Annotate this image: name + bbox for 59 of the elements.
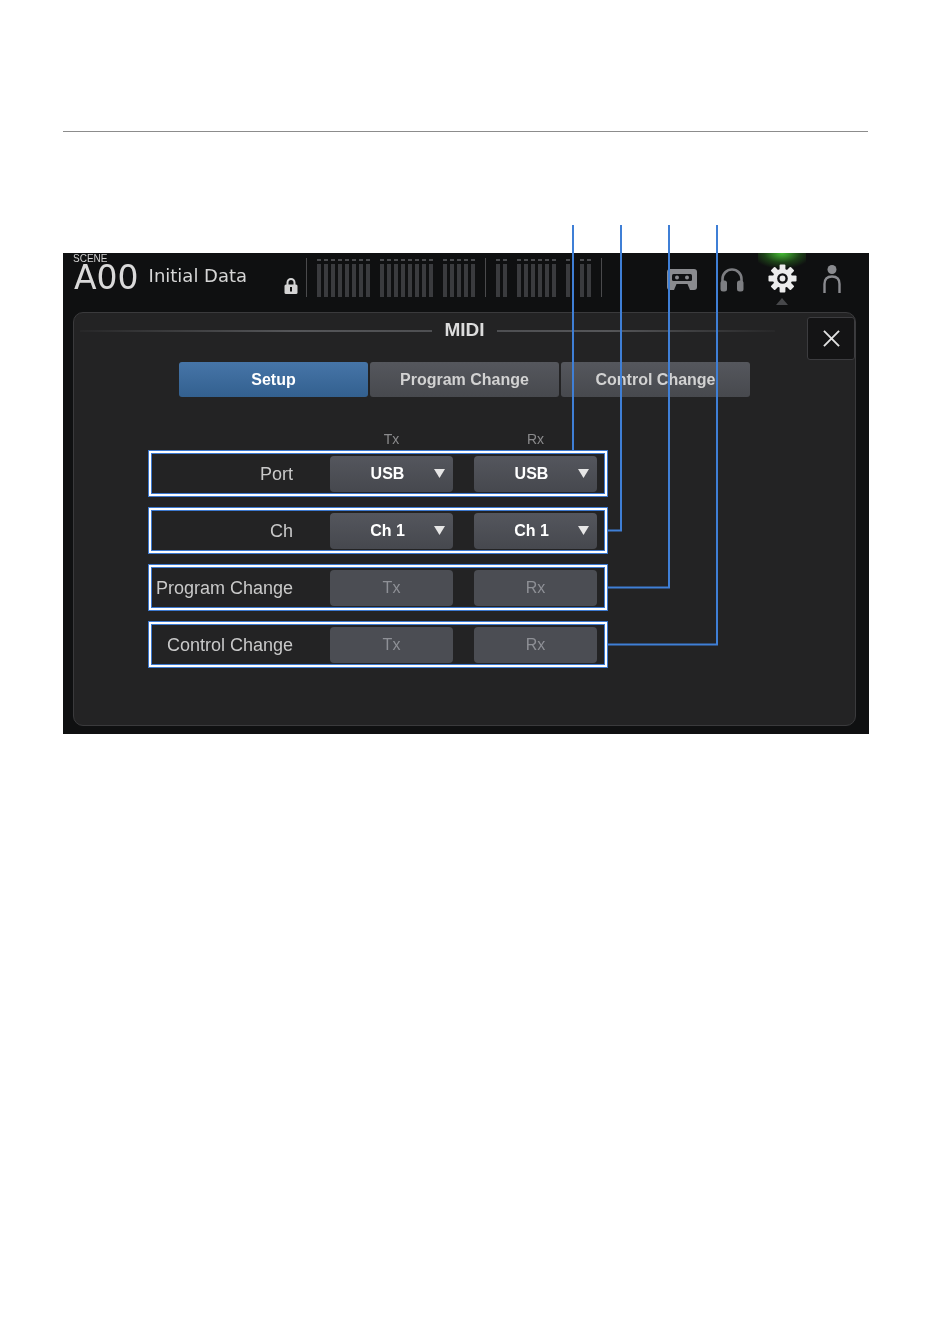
level-meter [531,259,536,297]
level-meter [538,259,543,297]
tab[interactable]: Setup [179,362,368,397]
level-meter [422,259,427,297]
level-meter [457,259,462,297]
level-meter [496,259,501,297]
scene-name: Initial Data [148,266,248,286]
level-meter [387,259,392,297]
settings-icon [767,263,797,293]
dialog-title: MIDI [444,318,485,342]
column-header: Tx [382,430,401,449]
level-meter [415,259,420,297]
column-header: Rx [525,430,546,449]
level-meter [517,259,522,297]
level-meter [359,259,364,297]
dropdown[interactable]: USB [474,455,597,492]
row-label: Control Change [166,633,293,656]
caret-icon [578,526,589,535]
level-meter [524,259,529,297]
level-meter [324,259,329,297]
level-meter [317,259,322,297]
dropdown[interactable]: Ch 1 [330,512,453,549]
level-meter [443,259,448,297]
row-label: Program Change [155,576,293,599]
level-meter [471,259,476,297]
caret-icon [434,526,445,535]
headphones-icon [719,266,745,292]
level-meter [429,259,434,297]
level-meter [352,259,357,297]
dropdown[interactable]: Ch 1 [474,512,597,549]
tab[interactable]: Program Change [370,362,559,397]
person-icon [823,265,841,293]
level-meter [545,259,550,297]
cassette-icon [667,268,697,290]
level-meter [366,259,371,297]
scene-number: A00 [74,264,139,291]
close-button[interactable] [807,317,855,360]
level-meter [401,259,406,297]
level-meter [580,259,585,297]
level-meter [331,259,336,297]
level-meter [566,259,571,297]
level-meter [338,259,343,297]
level-meter [587,259,592,297]
close-icon [822,330,840,347]
level-meter [464,259,469,297]
caret-icon [578,469,589,478]
level-meter [503,259,508,297]
row-label: Ch [270,519,293,542]
dropdown[interactable]: USB [330,455,453,492]
level-meter [394,259,399,297]
caret-icon [434,469,445,478]
level-meter [345,259,350,297]
level-meter [408,259,413,297]
lock-icon [284,277,299,294]
scene-label: SCENE [73,254,108,264]
level-meter [380,259,385,297]
level-meter [552,259,557,297]
level-meter [450,259,455,297]
row-label: Port [260,462,293,485]
